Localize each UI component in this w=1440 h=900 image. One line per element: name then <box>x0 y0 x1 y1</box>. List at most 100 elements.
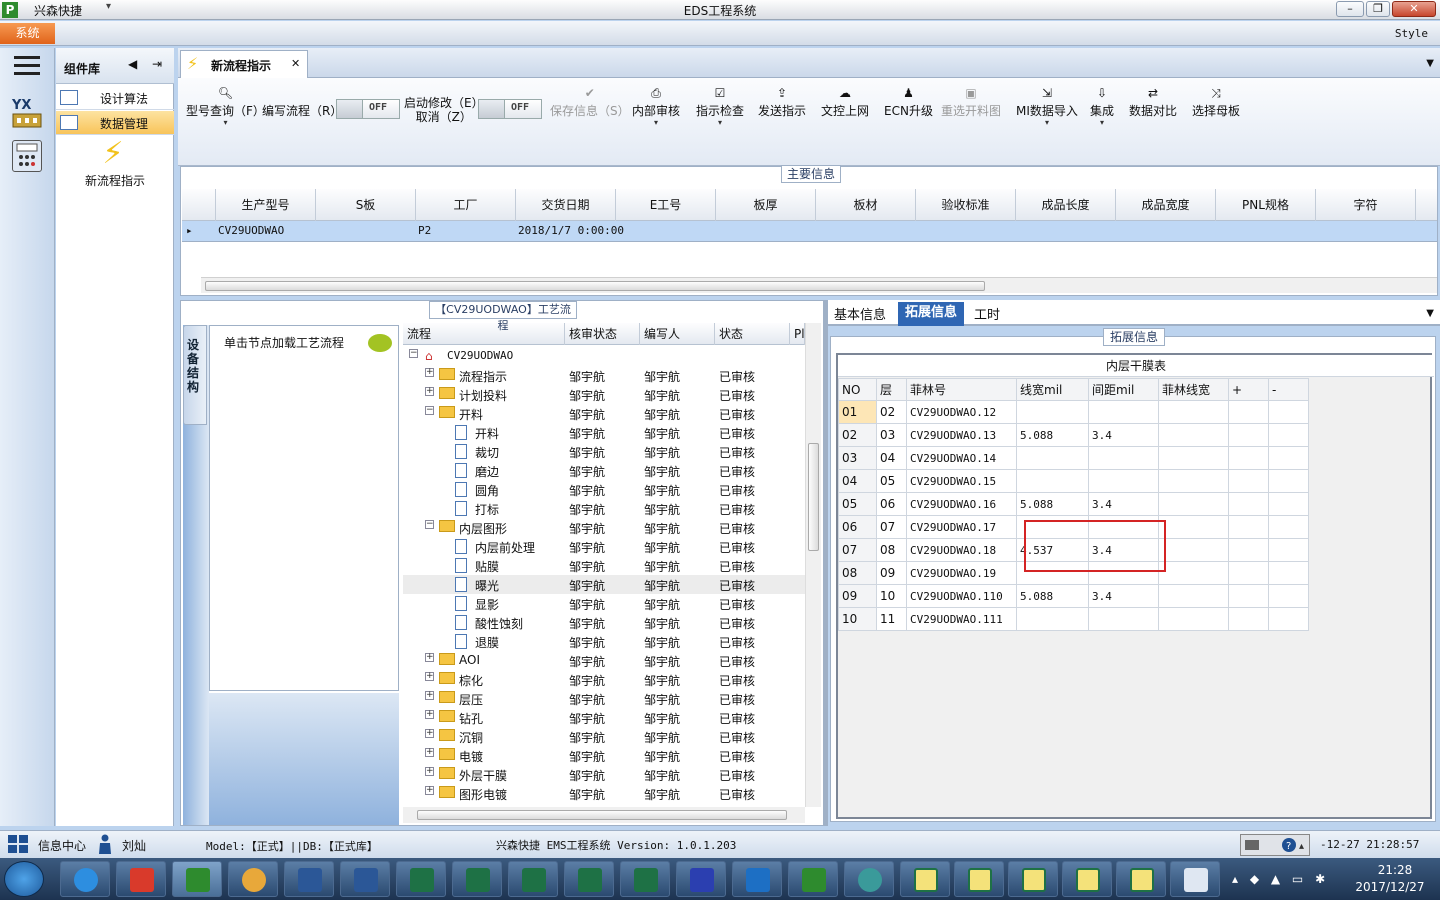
cell-layer[interactable]: 10 <box>876 584 907 608</box>
instruction-check-button[interactable]: ☑ 指示检查 ▾ <box>696 84 744 127</box>
cell-film-line-width[interactable] <box>1158 400 1229 424</box>
taskbar-eds-icon[interactable] <box>172 861 222 897</box>
internal-review-button[interactable]: ⎙ 内部审核 ▾ <box>632 84 680 127</box>
table-row[interactable]: 10 11 CV29UODWAO.111 <box>838 607 1309 631</box>
table-row[interactable]: 03 04 CV29UODWAO.14 <box>838 446 1309 470</box>
cell-minus[interactable] <box>1268 400 1309 424</box>
tree-row[interactable]: + 沉铜 邹宇航 邹宇航 已审核 <box>403 727 805 746</box>
table-row[interactable]: 05 06 CV29UODWAO.16 5.088 3.4 <box>838 492 1309 516</box>
cell-spacing[interactable] <box>1088 607 1159 631</box>
cell-minus[interactable] <box>1268 584 1309 608</box>
cell-plus[interactable] <box>1228 446 1269 470</box>
taskbar-ie-icon[interactable] <box>60 861 110 897</box>
cell-minus[interactable] <box>1268 423 1309 447</box>
column-header[interactable]: PNL规格 <box>1216 189 1316 221</box>
tree-row[interactable]: − 开料 邹宇航 邹宇航 已审核 <box>403 404 805 423</box>
grid-icon[interactable] <box>8 835 30 855</box>
cell-film-no[interactable]: CV29UODWAO.14 <box>906 446 1017 470</box>
column-header[interactable]: Pl <box>790 323 805 345</box>
select-mother-button[interactable]: ⤨ 选择母板 <box>1192 84 1240 119</box>
tab-equipment-structure[interactable]: 设备结构 <box>183 325 207 425</box>
cell-minus[interactable] <box>1268 561 1309 585</box>
component-item-data-management[interactable]: 数据管理 <box>56 111 174 135</box>
cell-film-no[interactable]: CV29UODWAO.18 <box>906 538 1017 562</box>
cell-no[interactable]: 07 <box>838 538 877 562</box>
status-tray[interactable]: ? ▴ <box>1240 834 1310 856</box>
hamburger-icon[interactable] <box>14 56 40 76</box>
taskbar-fp-icon[interactable] <box>788 861 838 897</box>
taskbar-excel-window-icon[interactable] <box>1116 861 1166 897</box>
scrollbar-thumb[interactable] <box>417 810 787 820</box>
cell-no[interactable]: 03 <box>838 446 877 470</box>
cell-spacing[interactable]: 3.4 <box>1088 492 1159 516</box>
send-instruction-button[interactable]: ⇪ 发送指示 <box>758 84 806 119</box>
upload-button[interactable]: ☁ 文控上网 <box>821 84 869 119</box>
collapse-icon[interactable]: − <box>425 406 434 415</box>
mi-import-button[interactable]: ⇲ MI数据导入 ▾ <box>1016 84 1078 127</box>
cell-plus[interactable] <box>1228 423 1269 447</box>
tree-row[interactable]: + 电镀 邹宇航 邹宇航 已审核 <box>403 746 805 765</box>
cell-film-no[interactable]: CV29UODWAO.16 <box>906 492 1017 516</box>
collapse-icon[interactable]: − <box>409 349 418 358</box>
tree-row[interactable]: 显影 邹宇航 邹宇航 已审核 <box>403 594 805 613</box>
cell-layer[interactable]: 02 <box>876 400 907 424</box>
table-row[interactable]: 02 03 CV29UODWAO.13 5.088 3.4 <box>838 423 1309 447</box>
cell-film-no[interactable]: CV29UODWAO.17 <box>906 515 1017 539</box>
cell-minus[interactable] <box>1268 492 1309 516</box>
tree-row[interactable]: 圆角 邹宇航 邹宇航 已审核 <box>403 480 805 499</box>
cell-minus[interactable] <box>1268 607 1309 631</box>
column-header[interactable]: - <box>1268 378 1309 401</box>
info-center-link[interactable]: 信息中心 <box>38 837 86 854</box>
column-header[interactable]: + <box>1228 378 1269 401</box>
taskbar-word-icon[interactable] <box>340 861 390 897</box>
cell-film-line-width[interactable] <box>1158 538 1229 562</box>
cell-minus[interactable] <box>1268 515 1309 539</box>
factory-yx-icon[interactable]: YX <box>10 96 44 130</box>
maximize-button[interactable]: ❐ <box>1366 1 1390 17</box>
tree-row[interactable]: + 层压 邹宇航 邹宇航 已审核 <box>403 689 805 708</box>
column-header[interactable]: 字符 <box>1316 189 1416 221</box>
tree-row[interactable]: + 流程指示 邹宇航 邹宇航 已审核 <box>403 366 805 385</box>
taskbar-excel-icon[interactable] <box>396 861 446 897</box>
tree-row[interactable]: + 外层干膜 邹宇航 邹宇航 已审核 <box>403 765 805 784</box>
tab-list-arrow-icon[interactable]: ▼ <box>1426 58 1434 69</box>
column-header[interactable]: 流程 <box>403 323 565 345</box>
cell-layer[interactable]: 11 <box>876 607 907 631</box>
system-tray-icons[interactable]: ▴ ◆ ▲ ▭ ✱ <box>1232 872 1329 886</box>
tab-basic-info[interactable]: 基本信息 <box>834 304 886 323</box>
tree-row[interactable]: 贴膜 邹宇航 邹宇航 已审核 <box>403 556 805 575</box>
new-flow-label[interactable]: 新流程指示 <box>56 172 174 189</box>
cell-film-line-width[interactable] <box>1158 584 1229 608</box>
taskbar-shell-icon[interactable] <box>228 861 278 897</box>
enable-edit-button[interactable]: 启动修改（E） 取消（Z） <box>404 96 484 124</box>
minimize-button[interactable]: – <box>1336 1 1364 17</box>
taskbar-excel-icon[interactable] <box>564 861 614 897</box>
tree-row[interactable]: 磨边 邹宇航 邹宇航 已审核 <box>403 461 805 480</box>
cell-layer[interactable]: 09 <box>876 561 907 585</box>
cell-film-no[interactable]: CV29UODWAO.19 <box>906 561 1017 585</box>
cell-no[interactable]: 01 <box>838 400 877 424</box>
column-header[interactable]: 菲林号 <box>906 378 1017 401</box>
cell-film-no[interactable]: CV29UODWAO.13 <box>906 423 1017 447</box>
tree-row[interactable]: + 棕化 邹宇航 邹宇航 已审核 <box>403 670 805 689</box>
cell-line-width[interactable] <box>1016 607 1089 631</box>
column-header[interactable]: 板材 <box>816 189 916 221</box>
column-header[interactable]: 成品宽度 <box>1116 189 1216 221</box>
cell-minus[interactable] <box>1268 469 1309 493</box>
expand-icon[interactable]: + <box>425 653 434 662</box>
tree-root[interactable]: − ⌂ CV29UODWAO <box>403 347 805 366</box>
cell-no[interactable]: 04 <box>838 469 877 493</box>
column-header[interactable]: S板 <box>316 189 416 221</box>
cell-layer[interactable]: 04 <box>876 446 907 470</box>
cell-plus[interactable] <box>1228 400 1269 424</box>
column-header[interactable]: 编写人 <box>640 323 715 345</box>
taskbar-doc-icon[interactable] <box>1170 861 1220 897</box>
column-header[interactable]: E工号 <box>616 189 716 221</box>
write-flow-toggle[interactable]: OFF <box>336 99 400 119</box>
cell-film-no[interactable]: CV29UODWAO.111 <box>906 607 1017 631</box>
column-header[interactable]: 交货日期 <box>516 189 616 221</box>
tab-extended-info[interactable]: 拓展信息 <box>898 302 964 326</box>
taskbar-save-icon[interactable] <box>676 861 726 897</box>
cell-no[interactable]: 09 <box>838 584 877 608</box>
column-header[interactable]: 板厚 <box>716 189 816 221</box>
